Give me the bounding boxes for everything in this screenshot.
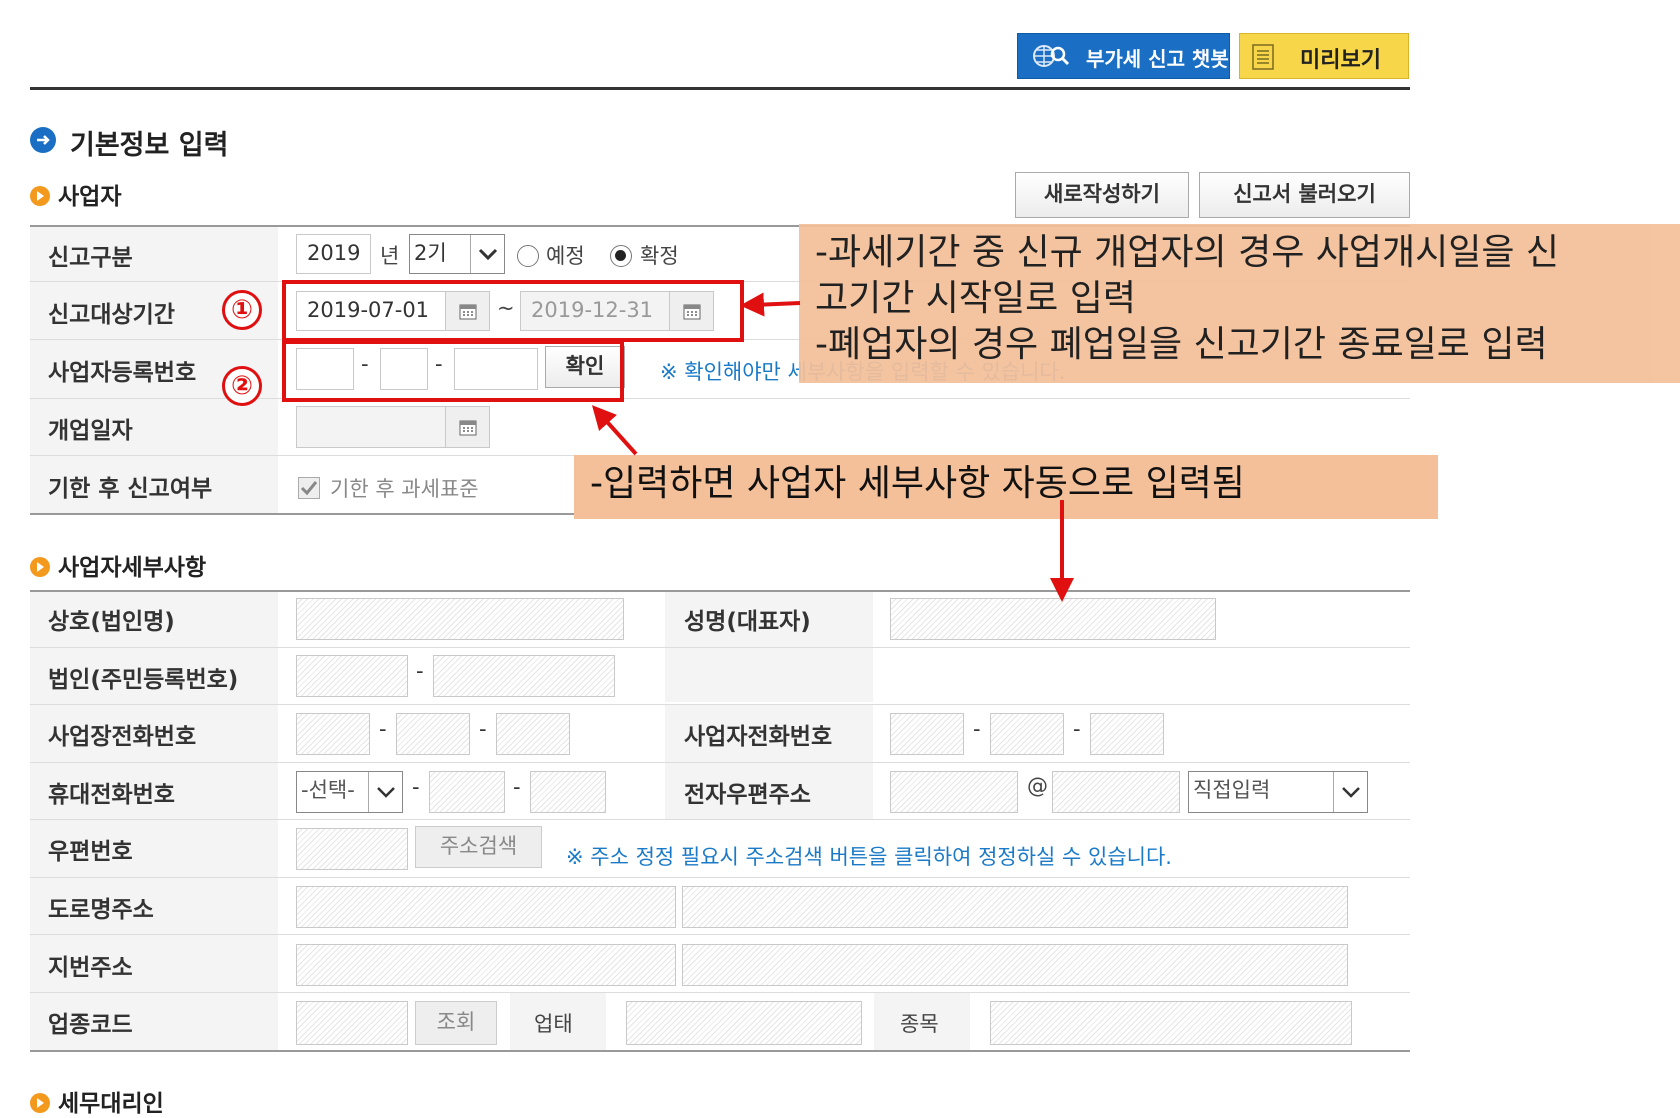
arrow-to-reg-no [591,405,638,456]
annotation-arrows [591,292,1074,602]
arrow-to-period [740,292,801,317]
